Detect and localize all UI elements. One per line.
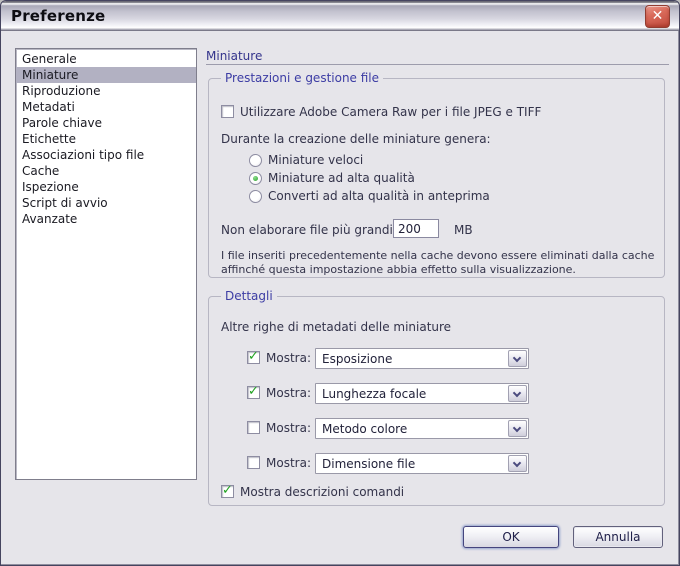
- size-limit-unit: MB: [454, 223, 473, 237]
- chevron-down-icon: [513, 459, 521, 467]
- dropdown-value: Dimensione file: [322, 457, 415, 471]
- radio-converti-anteprima-label: Converti ad alta qualità in anteprima: [268, 189, 490, 203]
- radio-miniature-veloci[interactable]: [249, 154, 262, 167]
- size-limit-input[interactable]: [393, 219, 439, 238]
- camera-raw-checkbox-label: Utilizzare Adobe Camera Raw per i file J…: [240, 105, 541, 119]
- sidebar-item-etichette[interactable]: Etichette: [16, 131, 196, 147]
- header-divider: [206, 64, 669, 65]
- radio-alta-qualita-label: Miniature ad alta qualità: [268, 171, 415, 185]
- mostra-label-1: Mostra:: [266, 351, 311, 365]
- sidebar-item-script-di-avvio[interactable]: Script di avvio: [16, 195, 196, 211]
- radio-dot-icon: [253, 176, 258, 181]
- dropdown-arrow-button[interactable]: [508, 385, 527, 402]
- title-bar[interactable]: Preferenze ✕: [1, 1, 679, 31]
- cache-note-line2: affinché questa impostazione abbia effet…: [221, 263, 576, 277]
- sidebar-item-generale[interactable]: Generale: [16, 51, 196, 67]
- dropdown-value: Lunghezza focale: [322, 387, 426, 401]
- mostra-checkbox-1[interactable]: ✓: [247, 351, 260, 364]
- sidebar-item-cache[interactable]: Cache: [16, 163, 196, 179]
- check-icon: ✓: [248, 384, 259, 399]
- preferences-dialog: Preferenze ✕ Generale Miniature Riproduz…: [0, 0, 680, 566]
- mostra-label-2: Mostra:: [266, 386, 311, 400]
- close-icon: ✕: [652, 8, 664, 24]
- check-icon: ✓: [222, 483, 233, 498]
- metadata-dropdown-3[interactable]: Metodo colore: [315, 418, 529, 439]
- radio-converti-anteprima[interactable]: [249, 190, 262, 203]
- sidebar-item-ispezione[interactable]: Ispezione: [16, 179, 196, 195]
- details-group-title: Dettagli: [221, 289, 277, 303]
- sidebar-item-metadati[interactable]: Metadati: [16, 99, 196, 115]
- chevron-down-icon: [513, 389, 521, 397]
- chevron-down-icon: [513, 424, 521, 432]
- generation-label: Durante la creazione delle miniature gen…: [221, 132, 491, 146]
- ok-button[interactable]: OK: [463, 526, 559, 548]
- dropdown-value: Metodo colore: [322, 422, 407, 436]
- details-subtitle: Altre righe di metadati delle miniature: [221, 320, 451, 334]
- dropdown-value: Esposizione: [322, 352, 392, 366]
- radio-miniature-veloci-label: Miniature veloci: [268, 153, 363, 167]
- performance-groupbox: Prestazioni e gestione file ✓ Utilizzare…: [208, 78, 665, 278]
- category-listbox[interactable]: Generale Miniature Riproduzione Metadati…: [15, 48, 197, 480]
- mostra-checkbox-4[interactable]: ✓: [247, 456, 260, 469]
- window-title: Preferenze: [11, 7, 105, 25]
- page-title: Miniature: [206, 49, 262, 63]
- close-button[interactable]: ✕: [645, 5, 670, 28]
- cancel-button[interactable]: Annulla: [573, 526, 663, 548]
- check-icon: ✓: [248, 349, 259, 364]
- chevron-down-icon: [513, 354, 521, 362]
- size-limit-label: Non elaborare file più grandi di:: [221, 223, 412, 237]
- mostra-label-4: Mostra:: [266, 456, 311, 470]
- metadata-dropdown-1[interactable]: Esposizione: [315, 348, 529, 369]
- performance-group-title: Prestazioni e gestione file: [221, 71, 383, 85]
- mostra-checkbox-2[interactable]: ✓: [247, 386, 260, 399]
- sidebar-item-parole-chiave[interactable]: Parole chiave: [16, 115, 196, 131]
- tooltips-checkbox[interactable]: ✓: [221, 485, 234, 498]
- metadata-dropdown-4[interactable]: Dimensione file: [315, 453, 529, 474]
- dialog-body: Generale Miniature Riproduzione Metadati…: [1, 31, 679, 566]
- sidebar-item-avanzate[interactable]: Avanzate: [16, 211, 196, 227]
- mostra-label-3: Mostra:: [266, 421, 311, 435]
- sidebar-item-miniature[interactable]: Miniature: [16, 67, 196, 83]
- tooltips-checkbox-label: Mostra descrizioni comandi: [240, 485, 404, 499]
- metadata-dropdown-2[interactable]: Lunghezza focale: [315, 383, 529, 404]
- radio-alta-qualita[interactable]: [249, 172, 262, 185]
- camera-raw-checkbox[interactable]: ✓: [221, 105, 234, 118]
- details-groupbox: Dettagli Altre righe di metadati delle m…: [208, 296, 665, 506]
- sidebar-item-associazioni-tipo-file[interactable]: Associazioni tipo file: [16, 147, 196, 163]
- dropdown-arrow-button[interactable]: [508, 420, 527, 437]
- sidebar-item-riproduzione[interactable]: Riproduzione: [16, 83, 196, 99]
- mostra-checkbox-3[interactable]: ✓: [247, 421, 260, 434]
- dropdown-arrow-button[interactable]: [508, 455, 527, 472]
- dropdown-arrow-button[interactable]: [508, 350, 527, 367]
- cache-note-line1: I file inseriti precedentemente nella ca…: [221, 249, 654, 263]
